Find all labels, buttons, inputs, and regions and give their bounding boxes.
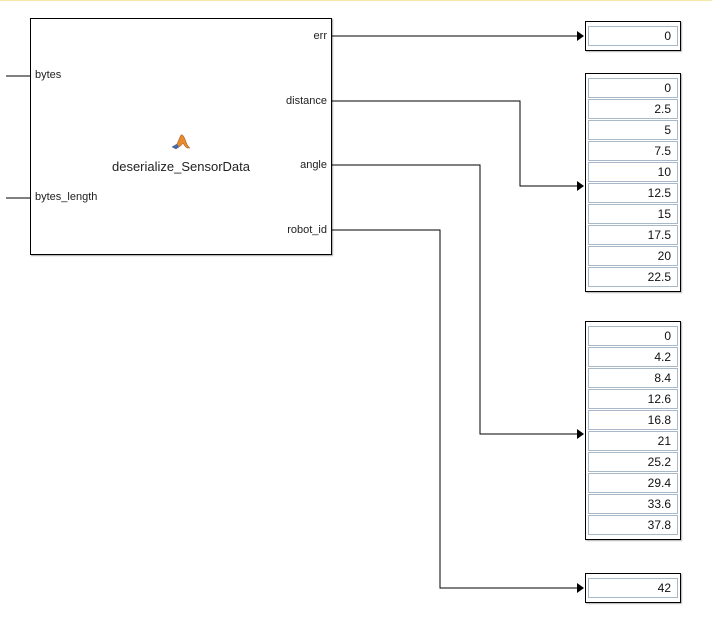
arrow-distance	[577, 181, 584, 191]
display-cell: 0	[588, 78, 678, 98]
display-cell: 15	[588, 204, 678, 224]
display-cell: 8.4	[588, 368, 678, 388]
display-cell: 0	[588, 26, 678, 46]
display-distance[interactable]: 0 2.5 5 7.5 10 12.5 15 17.5 20 22.5	[585, 73, 681, 292]
display-cell: 0	[588, 326, 678, 346]
display-angle[interactable]: 0 4.2 8.4 12.6 16.8 21 25.2 29.4 33.6 37…	[585, 321, 681, 540]
display-cell: 42	[588, 578, 678, 598]
matlab-icon	[170, 133, 192, 156]
display-cell: 4.2	[588, 347, 678, 367]
display-cell: 2.5	[588, 99, 678, 119]
display-cell: 37.8	[588, 515, 678, 535]
display-cell: 17.5	[588, 225, 678, 245]
port-label-angle: angle	[300, 159, 327, 171]
port-label-bytes-length: bytes_length	[35, 191, 97, 203]
display-cell: 22.5	[588, 267, 678, 287]
display-cell: 10	[588, 162, 678, 182]
display-cell: 16.8	[588, 410, 678, 430]
display-cell: 29.4	[588, 473, 678, 493]
display-cell: 25.2	[588, 452, 678, 472]
port-label-robot-id: robot_id	[287, 224, 327, 236]
matlab-function-block[interactable]: deserialize_SensorData bytes bytes_lengt…	[30, 18, 332, 255]
display-cell: 33.6	[588, 494, 678, 514]
display-cell: 20	[588, 246, 678, 266]
display-err[interactable]: 0	[585, 21, 681, 51]
port-label-bytes: bytes	[35, 69, 61, 81]
arrow-angle	[577, 429, 584, 439]
display-cell: 12.6	[588, 389, 678, 409]
block-label: deserialize_SensorData	[112, 159, 250, 174]
port-label-distance: distance	[286, 95, 327, 107]
display-cell: 12.5	[588, 183, 678, 203]
display-cell: 21	[588, 431, 678, 451]
port-label-err: err	[314, 30, 327, 42]
display-cell: 7.5	[588, 141, 678, 161]
display-robot-id[interactable]: 42	[585, 573, 681, 603]
arrow-err	[577, 31, 584, 41]
arrow-robot-id	[577, 583, 584, 593]
display-cell: 5	[588, 120, 678, 140]
diagram-canvas: deserialize_SensorData bytes bytes_lengt…	[0, 0, 712, 637]
